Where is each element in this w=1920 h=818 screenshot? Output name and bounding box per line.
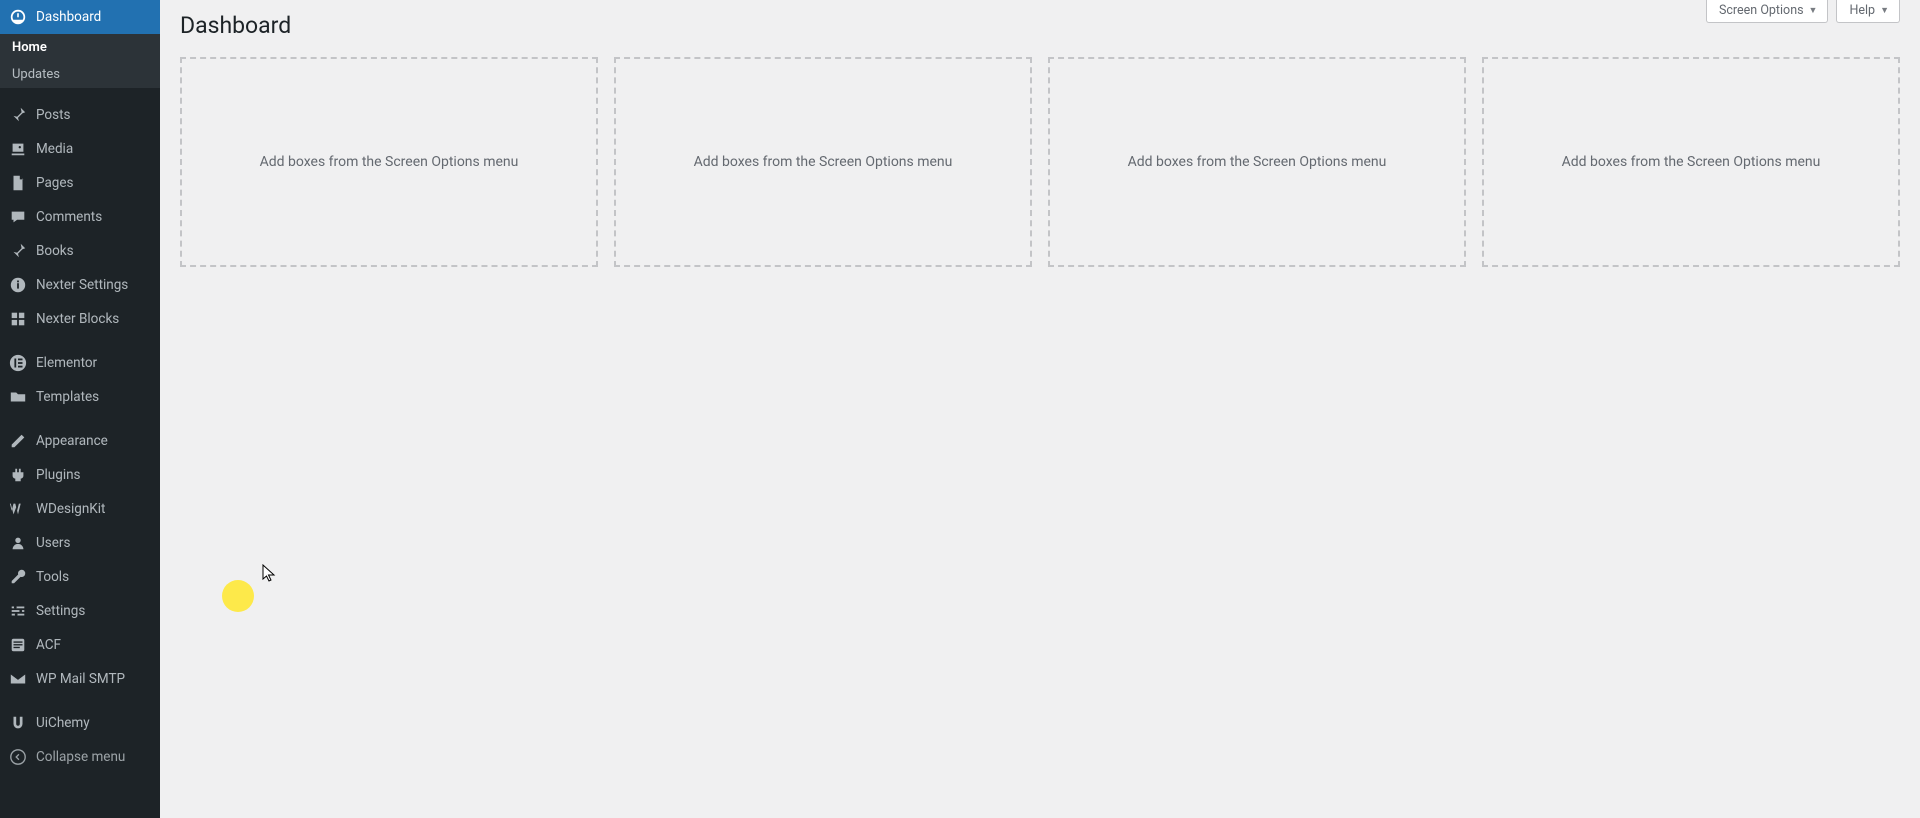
sidebar-item-label: Media bbox=[36, 141, 73, 157]
menu-separator bbox=[0, 336, 160, 346]
sidebar-item-label: Settings bbox=[36, 603, 85, 619]
sidebar-subitem-updates[interactable]: Updates bbox=[0, 61, 160, 88]
sidebar-item-label: WDesignKit bbox=[36, 501, 105, 517]
main-content: Screen Options ▼ Help ▼ Dashboard Add bo… bbox=[160, 0, 1920, 818]
sidebar-item-label: ACF bbox=[36, 637, 61, 653]
sidebar-item-settings[interactable]: Settings bbox=[0, 594, 160, 628]
sidebar-item-comments[interactable]: Comments bbox=[0, 200, 160, 234]
sidebar-item-plugins[interactable]: Plugins bbox=[0, 458, 160, 492]
sidebar-item-label: Elementor bbox=[36, 355, 97, 371]
caret-down-icon: ▼ bbox=[1809, 5, 1818, 16]
dropzone-text: Add boxes from the Screen Options menu bbox=[694, 154, 953, 170]
media-icon bbox=[8, 139, 28, 159]
collapse-menu-label: Collapse menu bbox=[36, 749, 125, 765]
sidebar-item-label: Plugins bbox=[36, 467, 81, 483]
sidebar-item-uichemy[interactable]: UiChemy bbox=[0, 706, 160, 740]
menu-separator bbox=[0, 88, 160, 98]
comments-icon bbox=[8, 207, 28, 227]
dropzone-text: Add boxes from the Screen Options menu bbox=[260, 154, 519, 170]
sidebar-item-label: Pages bbox=[36, 175, 74, 191]
sidebar-item-tools[interactable]: Tools bbox=[0, 560, 160, 594]
mail-icon bbox=[8, 669, 28, 689]
sidebar-item-label: Dashboard bbox=[36, 9, 101, 25]
dropzone-text: Add boxes from the Screen Options menu bbox=[1562, 154, 1821, 170]
screen-options-button[interactable]: Screen Options ▼ bbox=[1706, 0, 1829, 23]
sidebar-item-nexter-settings[interactable]: Nexter Settings bbox=[0, 268, 160, 302]
sidebar-submenu-dashboard: Home Updates bbox=[0, 34, 160, 88]
page-title: Dashboard bbox=[180, 0, 1900, 43]
help-label: Help bbox=[1849, 3, 1875, 18]
admin-sidebar: Dashboard Home Updates Posts Media Pages bbox=[0, 0, 160, 818]
collapse-menu-button[interactable]: Collapse menu bbox=[0, 740, 160, 774]
sidebar-item-label: Users bbox=[36, 535, 70, 551]
sidebar-item-elementor[interactable]: Elementor bbox=[0, 346, 160, 380]
users-icon bbox=[8, 533, 28, 553]
screen-options-label: Screen Options bbox=[1719, 3, 1804, 18]
collapse-icon bbox=[8, 747, 28, 767]
dashboard-dropzone[interactable]: Add boxes from the Screen Options menu bbox=[180, 57, 598, 267]
sidebar-item-wdesignkit[interactable]: WDesignKit bbox=[0, 492, 160, 526]
info-icon bbox=[8, 275, 28, 295]
sidebar-item-label: Appearance bbox=[36, 433, 108, 449]
menu-separator bbox=[0, 696, 160, 706]
sidebar-item-users[interactable]: Users bbox=[0, 526, 160, 560]
sidebar-item-label: Templates bbox=[36, 389, 99, 405]
uichemy-icon bbox=[8, 713, 28, 733]
plugin-icon bbox=[8, 465, 28, 485]
sidebar-item-pages[interactable]: Pages bbox=[0, 166, 160, 200]
sidebar-item-wpmailsmtp[interactable]: WP Mail SMTP bbox=[0, 662, 160, 696]
sidebar-item-books[interactable]: Books bbox=[0, 234, 160, 268]
sidebar-item-label: Comments bbox=[36, 209, 102, 225]
sidebar-item-label: UiChemy bbox=[36, 715, 90, 731]
settings-icon bbox=[8, 601, 28, 621]
blocks-icon bbox=[8, 309, 28, 329]
page-icon bbox=[8, 173, 28, 193]
sidebar-item-label: Posts bbox=[36, 107, 70, 123]
sidebar-subitem-home[interactable]: Home bbox=[0, 34, 160, 61]
sidebar-item-dashboard[interactable]: Dashboard bbox=[0, 0, 160, 34]
elementor-icon bbox=[8, 353, 28, 373]
sidebar-item-posts[interactable]: Posts bbox=[0, 98, 160, 132]
dashboard-dropzone[interactable]: Add boxes from the Screen Options menu bbox=[1482, 57, 1900, 267]
pin-icon bbox=[8, 105, 28, 125]
pin-icon bbox=[8, 241, 28, 261]
sidebar-item-nexter-blocks[interactable]: Nexter Blocks bbox=[0, 302, 160, 336]
sidebar-item-label: Nexter Blocks bbox=[36, 311, 119, 327]
dashboard-widgets-grid: Add boxes from the Screen Options menu A… bbox=[180, 57, 1900, 267]
tools-icon bbox=[8, 567, 28, 587]
caret-down-icon: ▼ bbox=[1880, 5, 1889, 16]
sidebar-item-label: WP Mail SMTP bbox=[36, 671, 125, 687]
wdesignkit-icon bbox=[8, 499, 28, 519]
appearance-icon bbox=[8, 431, 28, 451]
dashboard-icon bbox=[8, 7, 28, 27]
sidebar-item-templates[interactable]: Templates bbox=[0, 380, 160, 414]
sidebar-item-appearance[interactable]: Appearance bbox=[0, 424, 160, 458]
dashboard-dropzone[interactable]: Add boxes from the Screen Options menu bbox=[1048, 57, 1466, 267]
help-button[interactable]: Help ▼ bbox=[1836, 0, 1900, 23]
sidebar-item-label: Nexter Settings bbox=[36, 277, 128, 293]
folder-icon bbox=[8, 387, 28, 407]
sidebar-item-acf[interactable]: ACF bbox=[0, 628, 160, 662]
sidebar-item-label: Tools bbox=[36, 569, 69, 585]
sidebar-item-media[interactable]: Media bbox=[0, 132, 160, 166]
screen-meta-links: Screen Options ▼ Help ▼ bbox=[1706, 0, 1900, 23]
dashboard-dropzone[interactable]: Add boxes from the Screen Options menu bbox=[614, 57, 1032, 267]
sidebar-item-label: Books bbox=[36, 243, 74, 259]
menu-separator bbox=[0, 414, 160, 424]
dropzone-text: Add boxes from the Screen Options menu bbox=[1128, 154, 1387, 170]
acf-icon bbox=[8, 635, 28, 655]
